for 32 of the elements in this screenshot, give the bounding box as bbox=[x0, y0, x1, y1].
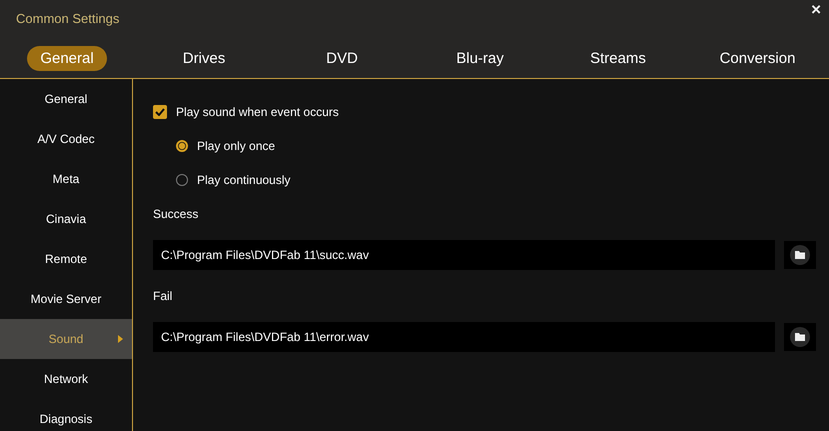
radio-button[interactable] bbox=[176, 140, 188, 152]
tab[interactable]: General bbox=[27, 46, 107, 70]
sidebar-item[interactable]: Cinavia bbox=[0, 199, 132, 239]
browse-button[interactable] bbox=[784, 323, 816, 351]
sidebar-item[interactable]: Diagnosis bbox=[0, 399, 132, 431]
tab[interactable]: Conversion bbox=[706, 46, 808, 70]
tab[interactable]: Blu-ray bbox=[443, 46, 517, 70]
sidebar-item[interactable]: Network bbox=[0, 359, 132, 399]
sidebar-item[interactable]: General bbox=[0, 79, 132, 119]
checkbox[interactable] bbox=[153, 104, 167, 118]
window-title: Common Settings bbox=[16, 11, 120, 26]
sidebar-item[interactable]: A/V Codec bbox=[0, 119, 132, 159]
radio-button[interactable] bbox=[176, 174, 188, 186]
sidebar-item[interactable]: Movie Server bbox=[0, 279, 132, 319]
caret-icon bbox=[118, 335, 123, 343]
sidebar-item[interactable]: Remote bbox=[0, 239, 132, 279]
checkbox-label: Play sound when event occurs bbox=[176, 104, 339, 118]
close-button[interactable]: × bbox=[811, 0, 821, 20]
browse-button[interactable] bbox=[784, 241, 816, 269]
sidebar-item[interactable]: Sound bbox=[0, 319, 132, 359]
input-field[interactable]: C:\Program Files\DVDFab 11\succ.wav bbox=[153, 240, 775, 270]
folder-icon bbox=[789, 326, 811, 348]
folder-icon bbox=[789, 244, 811, 266]
radio-label: Play continuously bbox=[197, 172, 290, 186]
radio-label: Play only once bbox=[197, 138, 276, 152]
tab[interactable]: Drives bbox=[170, 46, 238, 70]
tab[interactable]: DVD bbox=[313, 46, 371, 70]
sidebar-item[interactable]: Meta bbox=[0, 159, 132, 199]
field-label: Success bbox=[153, 207, 200, 223]
input-field[interactable]: C:\Program Files\DVDFab 11\error.wav bbox=[153, 322, 775, 352]
field-label: Fail bbox=[153, 289, 174, 305]
tab[interactable]: Streams bbox=[577, 46, 659, 70]
